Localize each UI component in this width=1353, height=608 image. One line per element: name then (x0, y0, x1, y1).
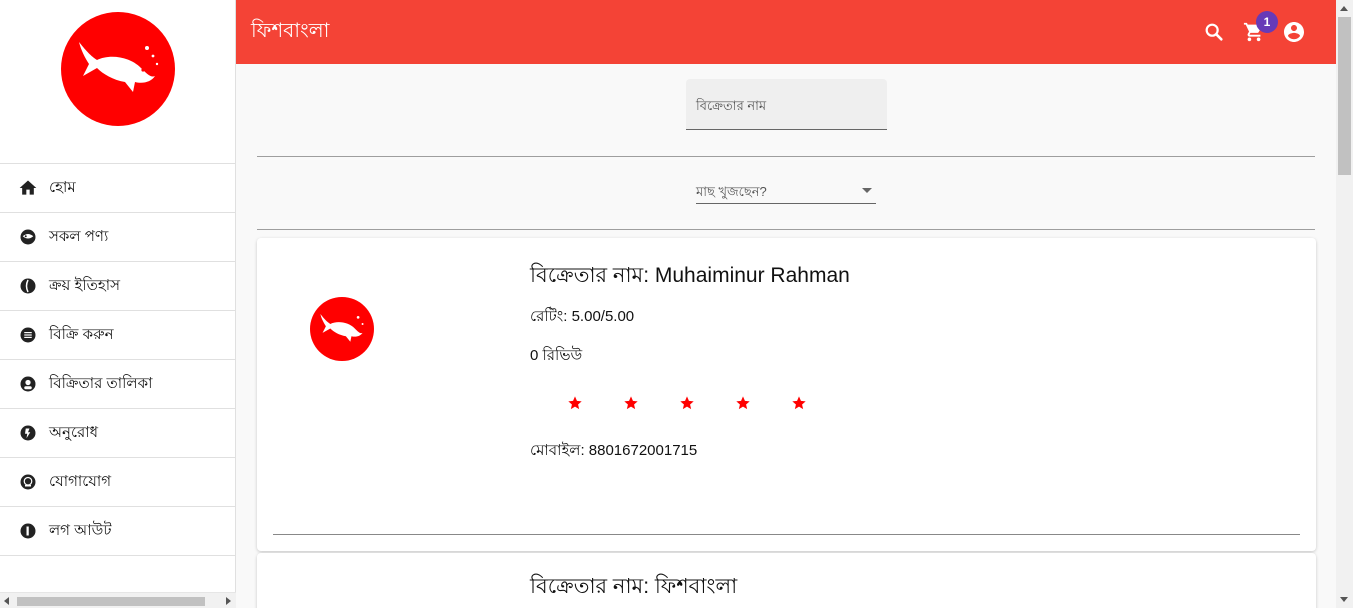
contact-icon (18, 472, 38, 492)
sidebar-item-contact[interactable]: যোগাযোগ (0, 458, 235, 507)
seller-mobile: মোবাইল: 8801672001715 (530, 442, 698, 459)
sidebar-item-request[interactable]: অনুরোধ (0, 409, 235, 458)
sidebar-item-label: অনুরোধ (49, 423, 98, 441)
seller-rating: রেটিং: 5.00/5.00 (530, 308, 635, 325)
sidebar-item-home[interactable]: হোম (0, 164, 235, 213)
sidebar: হোম সকল পণ্য ক্রয় ইতিহাস বিক্রি করুন বি… (0, 0, 236, 608)
scroll-down-arrow-icon[interactable] (1340, 597, 1348, 602)
sidebar-item-purchase-history[interactable]: ক্রয় ইতিহাস (0, 262, 235, 311)
star-icon (736, 396, 750, 410)
star-icon (568, 396, 582, 410)
star-icon (624, 396, 638, 410)
vertical-scrollbar[interactable] (1336, 0, 1353, 608)
seller-review-count: 0 রিভিউ (530, 347, 583, 364)
star-icon (680, 396, 694, 410)
sidebar-item-all-products[interactable]: সকল পণ্য (0, 213, 235, 262)
sidebar-item-label: সকল পণ্য (49, 227, 109, 245)
seller-avatar (310, 297, 374, 361)
home-icon (18, 178, 38, 198)
scroll-up-arrow-icon[interactable] (1340, 6, 1348, 11)
logo-container (0, 0, 235, 164)
seller-name: বিক্রেতার নাম: ফিশবাংলা (530, 575, 738, 598)
sidebar-item-logout[interactable]: লগ আউট (0, 507, 235, 556)
sidebar-item-label: লগ আউট (49, 521, 112, 539)
divider (273, 534, 1300, 535)
seller-name-placeholder: বিক্রেতার নাম (696, 98, 767, 113)
sidebar-item-seller-list[interactable]: বিক্রিতার তালিকা (0, 360, 235, 409)
scroll-left-arrow-icon[interactable] (4, 597, 9, 605)
sidebar-item-label: যোগাযোগ (49, 472, 112, 490)
search-icon (1205, 23, 1223, 41)
seller-name-input[interactable]: বিক্রেতার নাম (686, 79, 887, 130)
divider (257, 229, 1315, 230)
seller-card[interactable]: বিক্রেতার নাম: Muhaiminur Rahman রেটিং: … (257, 238, 1316, 551)
main-content: বিক্রেতার নাম মাছ খুজছেন? বিক্রেতার নাম:… (236, 64, 1336, 608)
star-icon (792, 396, 806, 410)
rating-stars (567, 395, 847, 411)
account-button[interactable] (1274, 12, 1314, 52)
divider (257, 156, 1315, 157)
fish-select-placeholder: মাছ খুজছেন? (696, 184, 767, 199)
app-title[interactable]: ফিশবাংলা (251, 16, 329, 49)
sidebar-item-label: ক্রয় ইতিহাস (49, 276, 121, 294)
request-icon (18, 423, 38, 443)
dropdown-arrow-icon (862, 188, 872, 193)
cart-button[interactable]: 1 (1234, 11, 1278, 52)
sidebar-item-label: বিক্রি করুন (49, 325, 114, 343)
scrollbar-thumb[interactable] (17, 597, 205, 606)
seller-icon (18, 374, 38, 394)
history-icon (18, 276, 38, 296)
app-bar-actions: 1 (1194, 0, 1314, 64)
products-icon (18, 227, 38, 247)
search-button[interactable] (1194, 12, 1234, 52)
app-bar: ফিশবাংলা 1 (236, 0, 1336, 64)
scroll-right-arrow-icon[interactable] (226, 597, 231, 605)
scrollbar-thumb[interactable] (1338, 17, 1351, 175)
fish-logo-icon (78, 42, 158, 92)
horizontal-scrollbar[interactable] (0, 592, 236, 608)
logout-icon (18, 521, 38, 541)
fish-logo-icon (320, 314, 364, 342)
app-logo[interactable] (60, 12, 175, 126)
fish-search-select[interactable]: মাছ খুজছেন? (696, 178, 876, 204)
sidebar-item-label: বিক্রিতার তালিকা (49, 374, 153, 392)
seller-card[interactable]: বিক্রেতার নাম: ফিশবাংলা (257, 553, 1316, 608)
sidebar-item-label: হোম (49, 178, 76, 196)
sidebar-item-sell[interactable]: বিক্রি করুন (0, 311, 235, 360)
list-icon (18, 325, 38, 345)
seller-name: বিক্রেতার নাম: Muhaiminur Rahman (530, 264, 850, 287)
account-circle-icon (1284, 22, 1304, 42)
